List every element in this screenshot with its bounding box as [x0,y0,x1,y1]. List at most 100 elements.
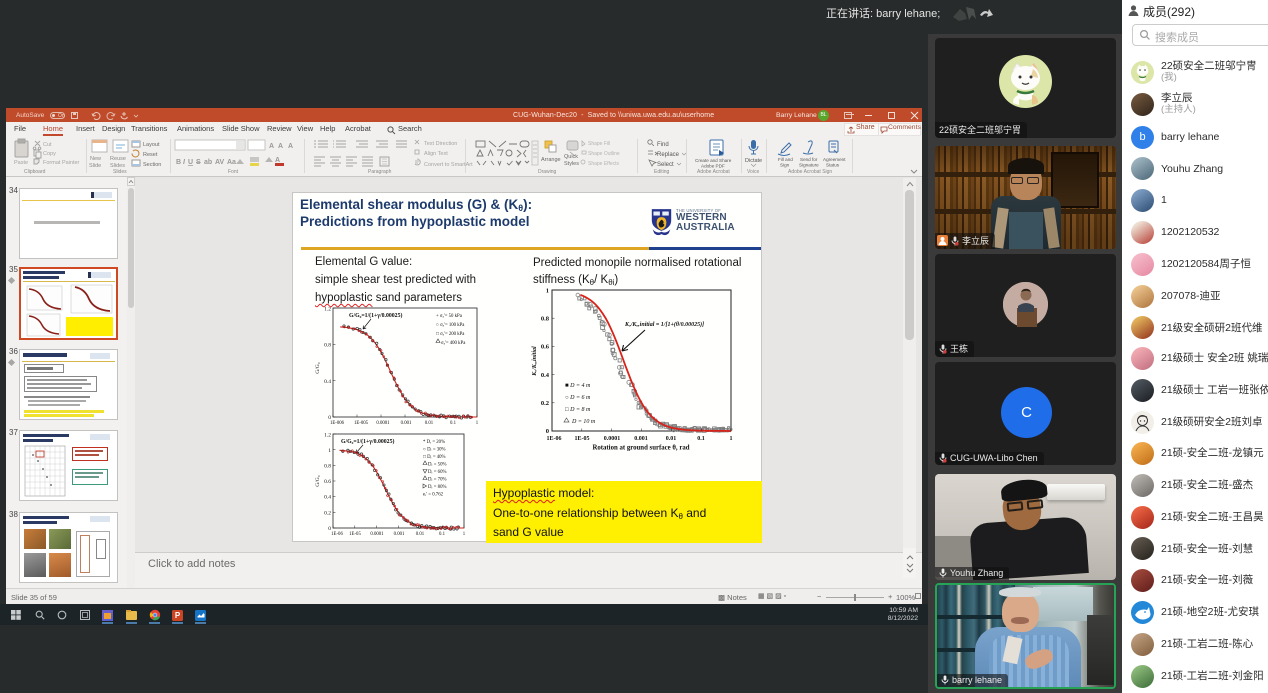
svg-text:U: U [188,159,193,166]
svg-text:σₓ'= 400 kPa: σₓ'= 400 kPa [441,341,466,346]
svg-text:Find: Find [657,142,669,148]
svg-text:Reset: Reset [143,152,158,158]
svg-text:■ D = 4 m: ■ D = 4 m [565,382,591,389]
svg-text:Paste: Paste [14,160,28,166]
svg-text:Dᵣ = 80%: Dᵣ = 80% [428,485,446,490]
svg-text:+ σₓ'= 50 kPa: + σₓ'= 50 kPa [436,314,463,319]
svg-text:0.1: 0.1 [697,436,705,442]
svg-text:Dᵣ = 60%: Dᵣ = 60% [428,470,446,475]
svg-text:1E-06: 1E-06 [331,532,343,537]
svg-text:0.0001: 0.0001 [370,532,384,537]
svg-text:Fill and: Fill and [778,157,793,162]
svg-text:Convert to SmartArt: Convert to SmartArt [424,162,473,168]
svg-text:0.001: 0.001 [394,532,405,537]
svg-text:Send for: Send for [800,157,818,162]
svg-text:1E-005: 1E-005 [354,421,369,426]
svg-text:Cut: Cut [43,142,52,148]
svg-text:Dᵣ = 50%: Dᵣ = 50% [428,463,446,468]
svg-text:0.4: 0.4 [324,495,331,501]
svg-text:* Dᵣ = 20%: * Dᵣ = 20% [423,440,445,445]
svg-text:Reuse: Reuse [110,156,126,162]
svg-text:Sign: Sign [780,163,790,168]
svg-text:○ σₓ'= 100 kPa: ○ σₓ'= 100 kPa [436,323,465,328]
svg-text:D = 10 m: D = 10 m [571,419,596,425]
svg-text:A: A [275,157,280,164]
svg-text:Rotation at ground surface θ,: Rotation at ground surface θ, rad [592,445,689,452]
svg-text:1E-05: 1E-05 [575,436,590,442]
svg-text:0.001: 0.001 [634,436,648,442]
svg-text:1.2: 1.2 [324,433,331,439]
svg-text:0.4: 0.4 [541,372,550,379]
svg-text:0.01: 0.01 [425,421,434,426]
svg-text:S: S [196,159,201,166]
svg-text:Dictate: Dictate [745,158,762,164]
svg-text:0: 0 [546,428,549,435]
svg-text:0.4: 0.4 [324,379,331,385]
svg-text:A: A [288,143,293,150]
svg-text:1: 1 [328,448,331,454]
svg-text:G/G₀=1/(1+γ/0.00025): G/G₀=1/(1+γ/0.00025) [341,438,394,445]
svg-text:G/G₀: G/G₀ [315,475,321,486]
svg-text:Adobe PDF: Adobe PDF [701,164,725,169]
svg-text:B: B [176,159,181,166]
svg-text:Styles: Styles [564,161,579,167]
svg-text:Section: Section [143,162,161,168]
svg-text:○ D = 6 m: ○ D = 6 m [565,395,591,401]
svg-text:Layout: Layout [143,142,160,148]
svg-text:0.1: 0.1 [439,532,446,537]
svg-text:0.0001: 0.0001 [376,421,390,426]
svg-text:0.01: 0.01 [666,436,677,442]
svg-text:1E-06: 1E-06 [547,436,562,442]
svg-text:0.6: 0.6 [324,479,331,485]
svg-text:Copy: Copy [43,151,56,157]
svg-text:Format Painter: Format Painter [43,160,80,166]
svg-text:G/G₀: G/G₀ [315,362,321,373]
svg-text:0.8: 0.8 [541,316,550,323]
svg-text:0.2: 0.2 [324,511,331,517]
svg-text:Align Text: Align Text [424,151,448,157]
svg-text:G/G₀=1/(1+γ/0.00025): G/G₀=1/(1+γ/0.00025) [349,312,402,319]
svg-text:□ D = 8 m: □ D = 8 m [565,407,591,413]
svg-text:0.6: 0.6 [541,344,550,351]
svg-text:□ σₓ'= 200 kPa: □ σₓ'= 200 kPa [436,332,465,337]
svg-text:Dᵣ = 70%: Dᵣ = 70% [428,478,446,483]
svg-text:1: 1 [730,436,733,442]
svg-text:Slide: Slide [89,163,101,169]
svg-text:1: 1 [463,532,466,537]
svg-text:Shape Effects: Shape Effects [588,161,620,167]
svg-text:New: New [90,156,101,162]
svg-text:Replace: Replace [657,152,680,158]
svg-text:Signature: Signature [799,163,819,168]
svg-text:A: A [269,143,274,150]
svg-text:1: 1 [546,288,549,295]
svg-text:I: I [183,159,186,166]
svg-text:Kₒ/Kₒ,initial = 1/[1+(θ/0.0002: Kₒ/Kₒ,initial = 1/[1+(θ/0.00025)] [624,321,704,328]
svg-text:□ Dᵣ = 40%: □ Dᵣ = 40% [423,455,446,460]
svg-text:A: A [278,143,283,150]
svg-text:1E-006: 1E-006 [330,421,345,426]
svg-text:Status: Status [826,163,840,168]
svg-text:eᵣ' = 0.762: eᵣ' = 0.762 [423,493,444,498]
svg-text:1: 1 [476,421,479,426]
svg-text:Arrange: Arrange [541,157,561,163]
svg-text:0.1: 0.1 [450,421,457,426]
svg-text:Shape Outline: Shape Outline [588,151,620,157]
svg-text:ab: ab [204,159,212,166]
svg-text:Text Direction: Text Direction [424,141,457,147]
svg-text:Kₒ/Kₒ,initial: Kₒ/Kₒ,initial [532,346,538,377]
svg-text:0.0001: 0.0001 [604,436,621,442]
svg-text:0.01: 0.01 [416,532,425,537]
svg-text:0.2: 0.2 [541,400,549,407]
svg-text:0.8: 0.8 [324,464,331,470]
svg-text:1.2: 1.2 [324,307,331,313]
svg-text:0.8: 0.8 [324,343,331,349]
svg-text:Quick: Quick [564,154,578,160]
svg-text:Create and Share: Create and Share [695,158,732,163]
svg-text:Shape Fill: Shape Fill [588,141,610,147]
svg-text:Agreement: Agreement [823,157,846,162]
svg-text:Select: Select [657,162,674,168]
svg-text:AV: AV [215,159,225,166]
svg-text:Aa: Aa [227,159,236,166]
svg-text:○ Dᵣ = 30%: ○ Dᵣ = 30% [423,448,446,453]
svg-text:1E-05: 1E-05 [349,532,361,537]
